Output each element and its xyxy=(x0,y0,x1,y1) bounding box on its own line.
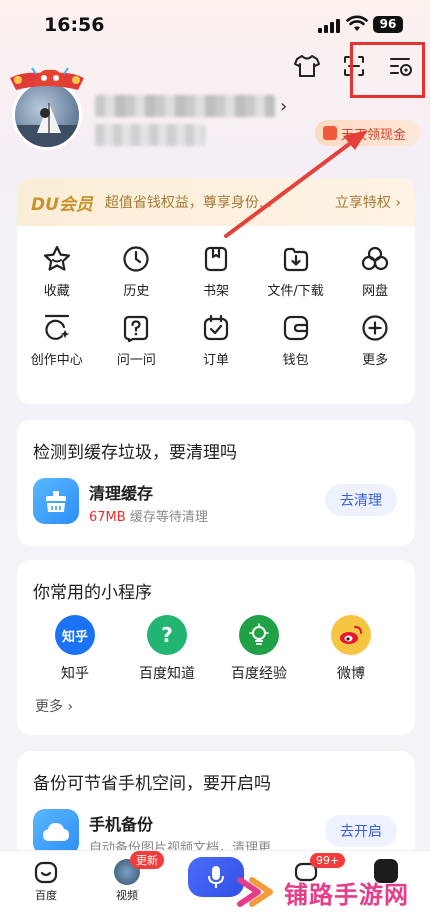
mini-programs-row: 知乎 知乎 ? 百度知道 百度经验 微博 xyxy=(17,615,415,683)
skin-shirt-icon[interactable] xyxy=(293,52,321,80)
cache-cleanup-card: 检测到缓存垃圾，要清理吗 清理缓存 67MB 缓存等待清理 去清理 xyxy=(17,420,415,546)
star-icon xyxy=(43,245,70,271)
lightbulb-icon xyxy=(239,615,279,655)
backup-card-title: 备份可节省手机空间，要开启吗 xyxy=(33,774,271,794)
daily-cash-label: 天天领现金 xyxy=(341,127,407,143)
grid-label: 问一问 xyxy=(116,353,156,368)
grid-item-wallet[interactable]: 钱包 xyxy=(256,313,336,368)
du-vip-link[interactable]: 立享特权 › xyxy=(335,192,401,212)
cache-item-subtitle: 67MB 缓存等待清理 xyxy=(89,506,208,525)
nav-video-label: 视频 xyxy=(116,889,138,902)
grid-item-history[interactable]: 历史 xyxy=(97,244,177,299)
du-vip-promo: 超值省钱权益，尊享身份... xyxy=(104,195,273,211)
download-icon xyxy=(283,247,308,272)
order-icon xyxy=(203,314,229,341)
broom-clean-icon xyxy=(33,478,79,524)
mini-program-zhihu[interactable]: 知乎 知乎 xyxy=(29,615,121,683)
grid-label: 订单 xyxy=(202,353,229,368)
grid-label: 书架 xyxy=(202,284,229,299)
wifi-icon xyxy=(346,15,368,31)
du-vip-logo: DU会员 xyxy=(31,194,93,215)
cache-size: 67MB xyxy=(89,510,126,525)
cache-size-note: 缓存等待清理 xyxy=(129,510,208,525)
cloud-backup-icon xyxy=(33,809,79,855)
backup-item-title: 手机备份 xyxy=(89,815,154,834)
grid-label: 钱包 xyxy=(282,353,309,368)
grid-label: 更多 xyxy=(362,353,389,368)
battery-indicator: 96 xyxy=(373,16,403,33)
mini-program-baidu-jingyan[interactable]: 百度经验 xyxy=(213,615,305,683)
home-face-icon xyxy=(34,861,58,884)
microphone-icon xyxy=(208,866,224,888)
watermark-logo-icon xyxy=(237,877,273,907)
mini-program-label: 知乎 xyxy=(61,666,89,682)
enable-backup-button[interactable]: 去开启 xyxy=(325,815,397,847)
du-vip-banner[interactable]: DU会员 超值省钱权益，尊享身份... 立享特权 › xyxy=(17,178,415,226)
baidu-zhidao-icon: ? xyxy=(147,615,187,655)
grid-item-orders[interactable]: 订单 xyxy=(176,313,256,368)
mini-program-baidu-zhidao[interactable]: ? 百度知道 xyxy=(121,615,213,683)
red-envelope-icon xyxy=(323,126,337,140)
signal-icon xyxy=(318,19,342,33)
username-blurred[interactable] xyxy=(95,95,275,117)
wallet-icon xyxy=(283,315,308,341)
bookshelf-icon xyxy=(204,246,228,272)
zhihu-icon: 知乎 xyxy=(55,615,95,655)
cache-item-title: 清理缓存 xyxy=(89,484,154,503)
grid-label: 历史 xyxy=(123,284,150,299)
mini-program-label: 百度知道 xyxy=(139,666,195,682)
mini-programs-more-link[interactable]: 更多 › xyxy=(35,696,73,716)
clean-button[interactable]: 去清理 xyxy=(325,484,397,516)
cache-card-title: 检测到缓存垃圾，要清理吗 xyxy=(33,443,237,463)
user-subtitle-blurred xyxy=(95,124,205,146)
grid-label: 创作中心 xyxy=(30,353,83,368)
services-card: DU会员 超值省钱权益，尊享身份... 立享特权 › 收藏 历史 书架 文件/下… xyxy=(17,178,415,404)
clock-icon xyxy=(123,246,149,272)
site-watermark: 铺路手游网 xyxy=(236,868,430,916)
chevron-right-icon[interactable]: › xyxy=(280,96,287,117)
services-grid: 收藏 历史 书架 文件/下载 网盘 创作中心 问一问 订单 钱包 更多 xyxy=(17,226,415,368)
watermark-text: 铺路手游网 xyxy=(284,880,409,909)
grid-item-favorites[interactable]: 收藏 xyxy=(17,244,97,299)
question-icon xyxy=(124,315,149,343)
status-time: 16:56 xyxy=(44,14,105,36)
grid-item-creation-center[interactable]: 创作中心 xyxy=(17,313,97,368)
grid-item-cloud-disk[interactable]: 网盘 xyxy=(335,244,415,299)
highlight-box xyxy=(350,42,425,98)
daily-cash-button[interactable]: 天天领现金 xyxy=(315,120,420,146)
mini-program-label: 微博 xyxy=(337,666,365,682)
mini-program-label: 百度经验 xyxy=(231,666,287,682)
grid-label: 收藏 xyxy=(43,284,70,299)
grid-label: 文件/下载 xyxy=(267,284,324,299)
mini-programs-title: 你常用的小程序 xyxy=(33,583,152,603)
grid-item-downloads[interactable]: 文件/下载 xyxy=(256,244,336,299)
grid-item-ask[interactable]: 问一问 xyxy=(97,313,177,368)
cloud-disk-icon xyxy=(362,246,389,271)
weibo-icon xyxy=(331,615,371,655)
grid-item-more[interactable]: 更多 xyxy=(335,313,415,368)
grid-item-bookshelf[interactable]: 书架 xyxy=(176,244,256,299)
grid-label: 网盘 xyxy=(362,284,389,299)
lion-dance-icon xyxy=(31,67,69,86)
nav-home-label: 百度 xyxy=(35,889,57,902)
messages-count-badge: 99+ xyxy=(310,853,346,868)
nav-home[interactable]: 百度 xyxy=(16,859,76,903)
mini-programs-card: 你常用的小程序 知乎 知乎 ? 百度知道 百度经验 微博 更多 › xyxy=(17,560,415,735)
creation-icon xyxy=(44,314,70,340)
plus-circle-icon xyxy=(362,315,388,341)
mini-program-weibo[interactable]: 微博 xyxy=(305,615,397,683)
video-update-badge: 更新 xyxy=(130,851,164,869)
